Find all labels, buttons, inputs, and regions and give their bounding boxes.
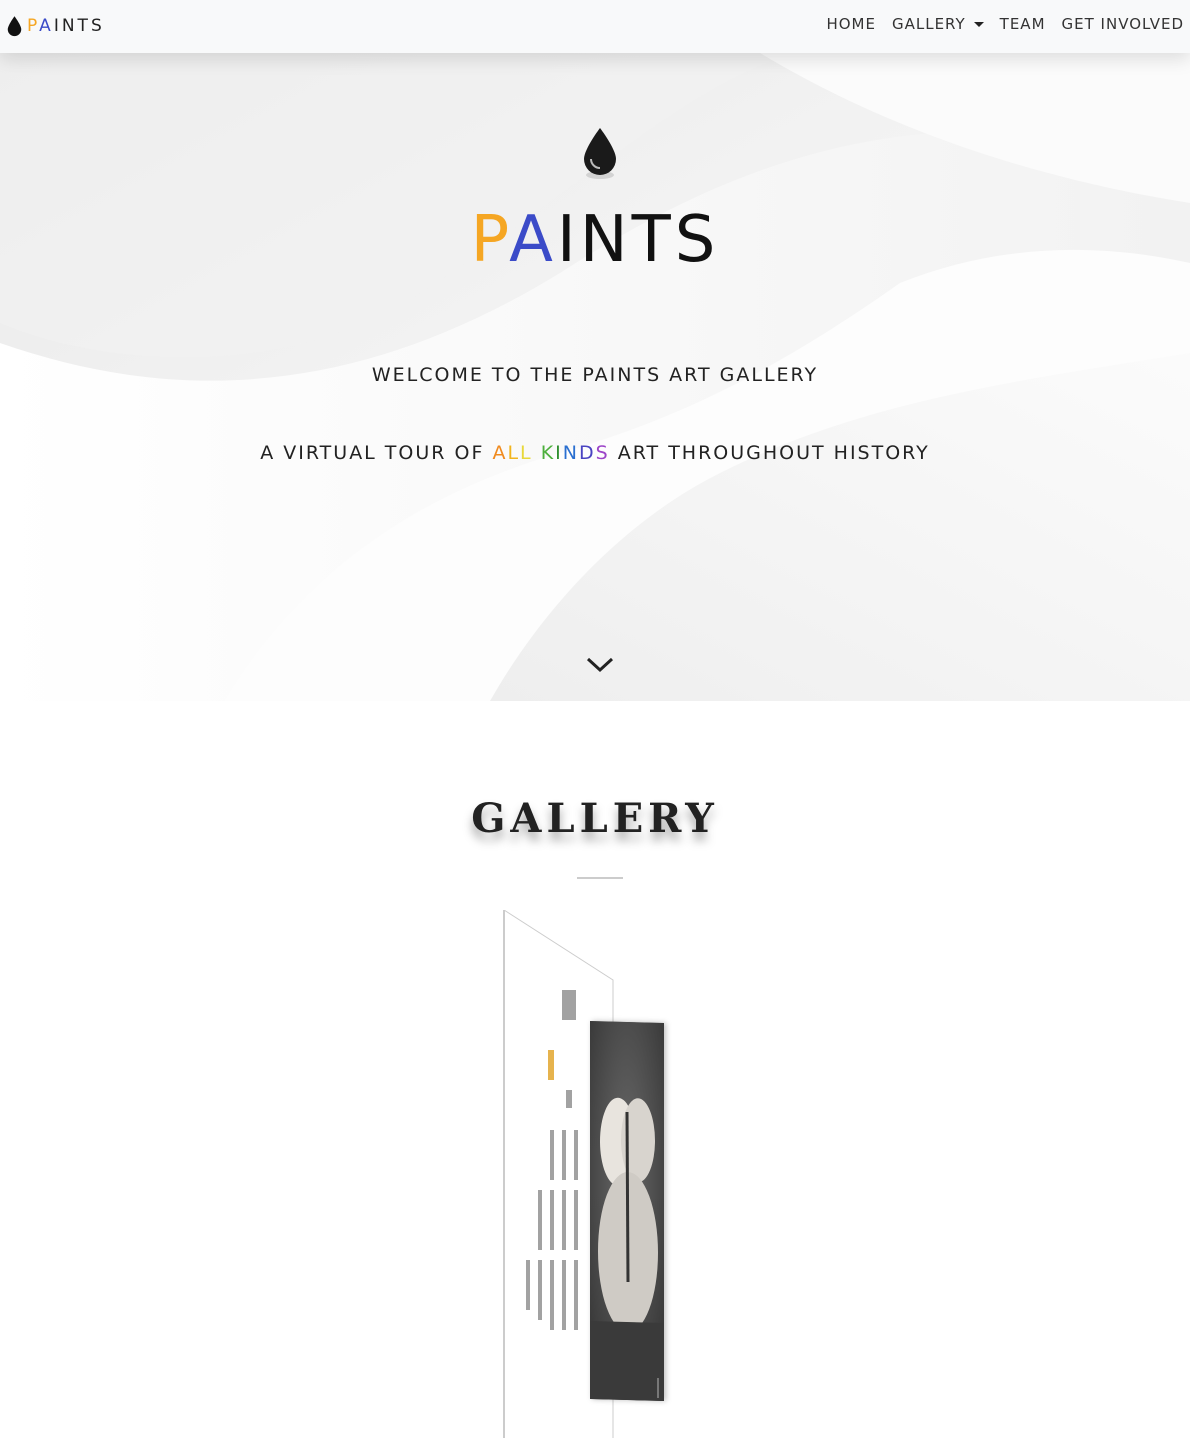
panel-text-line <box>550 1130 554 1180</box>
brand-logo[interactable]: PAINTS <box>7 13 105 39</box>
rainbow-letter: S <box>595 442 610 464</box>
nav-team[interactable]: TEAM <box>1000 15 1046 33</box>
brand-letter: T <box>77 16 91 36</box>
hero-subtitle-end: ART THROUGHOUT HISTORY <box>617 442 930 464</box>
brand-letter: N <box>61 16 78 36</box>
hero-title-letter: S <box>674 203 720 277</box>
rainbow-letter <box>533 442 541 464</box>
rainbow-letter: L <box>507 442 521 464</box>
panel-text-line <box>566 1090 572 1108</box>
nav-home[interactable]: HOME <box>826 15 876 33</box>
rainbow-letter: K <box>540 442 556 464</box>
nav-get-involved[interactable]: GET INVOLVED <box>1062 15 1184 33</box>
hero-section: PAINTS WELCOME TO THE PAINTS ART GALLERY… <box>0 53 1190 701</box>
panel-text-line <box>550 1260 554 1330</box>
nav-gallery-dropdown[interactable]: GALLERY <box>892 15 984 33</box>
hero-title-letter: A <box>509 203 557 277</box>
nav-links: HOME GALLERY TEAM GET INVOLVED <box>810 15 1184 33</box>
artwork-caption <box>657 1378 659 1398</box>
panel-text-line <box>526 1260 530 1310</box>
panel-text-line <box>550 1190 554 1250</box>
brand-letter: P <box>27 16 40 36</box>
chevron-down-icon[interactable] <box>585 653 615 675</box>
drop-icon <box>584 128 616 179</box>
panel-text-line <box>548 1050 554 1080</box>
panel-text-line <box>562 1260 566 1330</box>
hero-title-letter: T <box>631 203 675 277</box>
panel-mirrored-text <box>512 990 584 1350</box>
panel-text-line <box>574 1130 578 1180</box>
nav-gallery-label: GALLERY <box>891 15 966 33</box>
hero-title: PAINTS <box>0 203 1190 277</box>
brand-letter: S <box>90 16 105 36</box>
artwork-photo[interactable] <box>590 1021 664 1401</box>
caret-down-icon <box>973 22 984 27</box>
rainbow-letter: A <box>492 442 508 464</box>
nav-home-label: HOME <box>826 15 876 33</box>
rainbow-letter: N <box>562 442 579 464</box>
panel-text-line <box>562 1130 566 1180</box>
panel-text-line <box>562 990 576 1020</box>
gallery-divider <box>577 877 623 879</box>
nav-team-label: TEAM <box>999 15 1046 33</box>
rainbow-letter: L <box>520 442 533 464</box>
hero-subtitle-start: A VIRTUAL TOUR OF <box>260 442 485 464</box>
hero-title-letter: N <box>579 203 632 277</box>
hero-subtitle: A VIRTUAL TOUR OF ALL KINDS ART THROUGHO… <box>0 442 1190 464</box>
panel-text-line <box>574 1260 578 1330</box>
brand-name: PAINTS <box>27 16 105 36</box>
gallery-heading: GALLERY <box>471 795 719 842</box>
drop-icon <box>7 16 22 37</box>
rainbow-letter: D <box>578 442 596 464</box>
hero-title-letter: I <box>556 203 580 277</box>
artwork-image <box>590 1021 664 1401</box>
brand-letter: A <box>39 16 54 36</box>
navbar: PAINTS HOME GALLERY TEAM GET INVOLVED <box>0 0 1190 53</box>
brand-letter: I <box>53 16 62 36</box>
nav-get-involved-label: GET INVOLVED <box>1061 15 1184 33</box>
panel-text-line <box>574 1190 578 1250</box>
rainbow-letter: I <box>555 442 563 464</box>
hero-welcome-text: WELCOME TO THE PAINTS ART GALLERY <box>371 364 819 386</box>
hero-title-letter: P <box>470 203 510 277</box>
panel-text-line <box>538 1190 542 1250</box>
panel-text-line <box>538 1260 542 1320</box>
hero-subtitle-rainbow: ALL KINDS <box>492 442 609 464</box>
panel-text-line <box>562 1190 566 1250</box>
